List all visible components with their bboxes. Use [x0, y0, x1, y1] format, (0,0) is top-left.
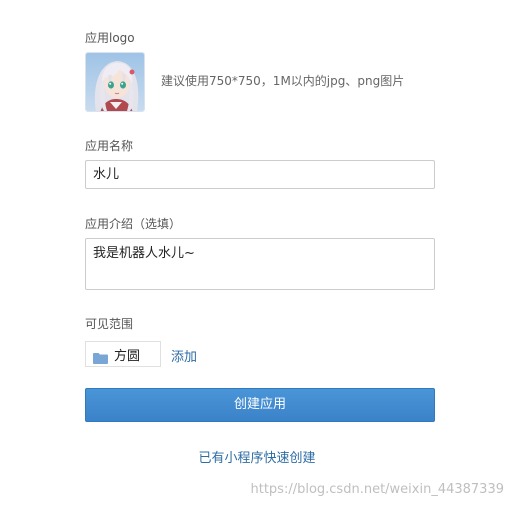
scope-label: 可见范围	[85, 317, 134, 331]
app-logo-upload[interactable]	[85, 52, 145, 112]
logo-label: 应用logo	[85, 31, 135, 45]
intro-label: 应用介绍（选填）	[85, 217, 182, 231]
create-app-button[interactable]: 创建应用	[85, 388, 435, 422]
create-app-form: 应用logo 建议使用750*750，1M以内的jpg、png图片 应用名称 水…	[0, 0, 514, 508]
add-scope-link[interactable]: 添加	[171, 346, 197, 365]
app-name-input[interactable]: 水儿	[85, 160, 435, 189]
folder-icon	[93, 349, 108, 364]
watermark: https://blog.csdn.net/weixin_44387339	[250, 482, 504, 497]
avatar	[86, 53, 144, 111]
scope-chip: 方圆	[85, 341, 161, 367]
name-label: 应用名称	[85, 139, 134, 153]
app-intro-textarea[interactable]: 我是机器人水儿~	[85, 238, 435, 290]
scope-chip-label: 方圆	[114, 348, 141, 364]
mini-program-create-link[interactable]: 已有小程序快速创建	[0, 447, 514, 466]
logo-hint: 建议使用750*750，1M以内的jpg、png图片	[161, 74, 405, 88]
